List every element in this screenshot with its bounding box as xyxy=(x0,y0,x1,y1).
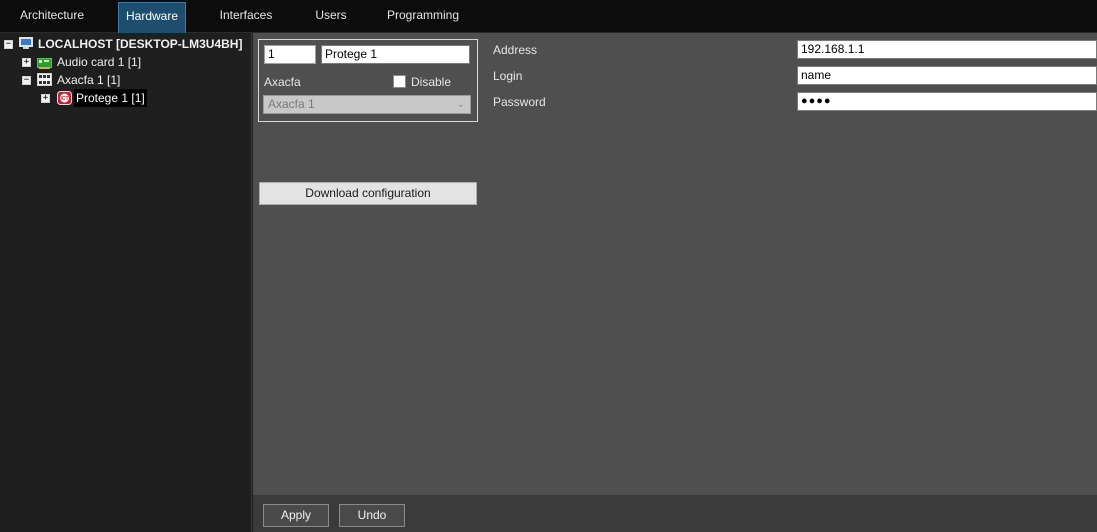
controller-grid-icon xyxy=(37,73,52,86)
tree-node-audio-card[interactable]: + Audio card 1 [1] xyxy=(0,53,250,71)
tab-programming[interactable]: Programming xyxy=(380,2,466,33)
parent-label: Axacfa xyxy=(264,75,301,89)
parent-select[interactable]: Axacfa 1 ⌄ xyxy=(263,95,471,114)
main-tab-bar: Architecture Hardware Interfaces Users P… xyxy=(0,0,1097,33)
expand-icon[interactable]: + xyxy=(22,58,31,67)
tree-node-localhost[interactable]: − LOCALHOST [DESKTOP-LM3U4BH] xyxy=(0,35,250,53)
svg-text:ICT: ICT xyxy=(60,96,68,102)
disable-label: Disable xyxy=(411,75,452,89)
download-configuration-button[interactable]: Download configuration xyxy=(259,182,477,205)
tab-hardware[interactable]: Hardware xyxy=(118,2,186,33)
collapse-icon[interactable]: − xyxy=(22,76,31,85)
password-label: Password xyxy=(493,95,546,109)
parent-select-value: Axacfa 1 xyxy=(268,97,315,111)
tab-interfaces[interactable]: Interfaces xyxy=(210,2,282,33)
collapse-icon[interactable]: − xyxy=(4,40,13,49)
tree-node-label: Axacfa 1 [1] xyxy=(57,73,121,87)
tree-node-protege[interactable]: + ICT Protege 1 [1] xyxy=(0,89,250,107)
disable-checkbox[interactable] xyxy=(393,75,406,88)
object-id-field[interactable]: 1 xyxy=(264,45,316,64)
apply-button[interactable]: Apply xyxy=(263,504,329,527)
object-name-field[interactable]: Protege 1 xyxy=(321,45,470,64)
audio-card-icon xyxy=(37,56,52,69)
tree-node-label: Audio card 1 [1] xyxy=(57,55,142,69)
tab-users[interactable]: Users xyxy=(306,2,356,33)
undo-button[interactable]: Undo xyxy=(339,504,405,527)
chevron-down-icon: ⌄ xyxy=(456,99,465,110)
properties-panel: 1 Protege 1 Axacfa Disable Axacfa 1 ⌄ Do… xyxy=(253,33,1097,495)
address-label: Address xyxy=(493,43,538,57)
address-input[interactable]: 192.168.1.1 xyxy=(797,40,1097,59)
ict-device-icon: ICT xyxy=(57,91,72,105)
expand-icon[interactable]: + xyxy=(41,94,50,103)
hardware-tree: − LOCALHOST [DESKTOP-LM3U4BH] + Audio ca… xyxy=(0,33,252,532)
computer-icon xyxy=(19,37,33,49)
tree-node-label: Protege 1 [1] xyxy=(74,89,147,107)
tree-node-axacfa[interactable]: − Axacfa 1 [1] xyxy=(0,71,250,89)
action-bar: Apply Undo xyxy=(253,495,1097,532)
password-input[interactable]: ●●●● xyxy=(797,92,1097,111)
login-input[interactable]: name xyxy=(797,66,1097,85)
tree-node-label: LOCALHOST [DESKTOP-LM3U4BH] xyxy=(38,37,243,51)
login-label: Login xyxy=(493,69,523,83)
tab-architecture[interactable]: Architecture xyxy=(10,2,94,33)
